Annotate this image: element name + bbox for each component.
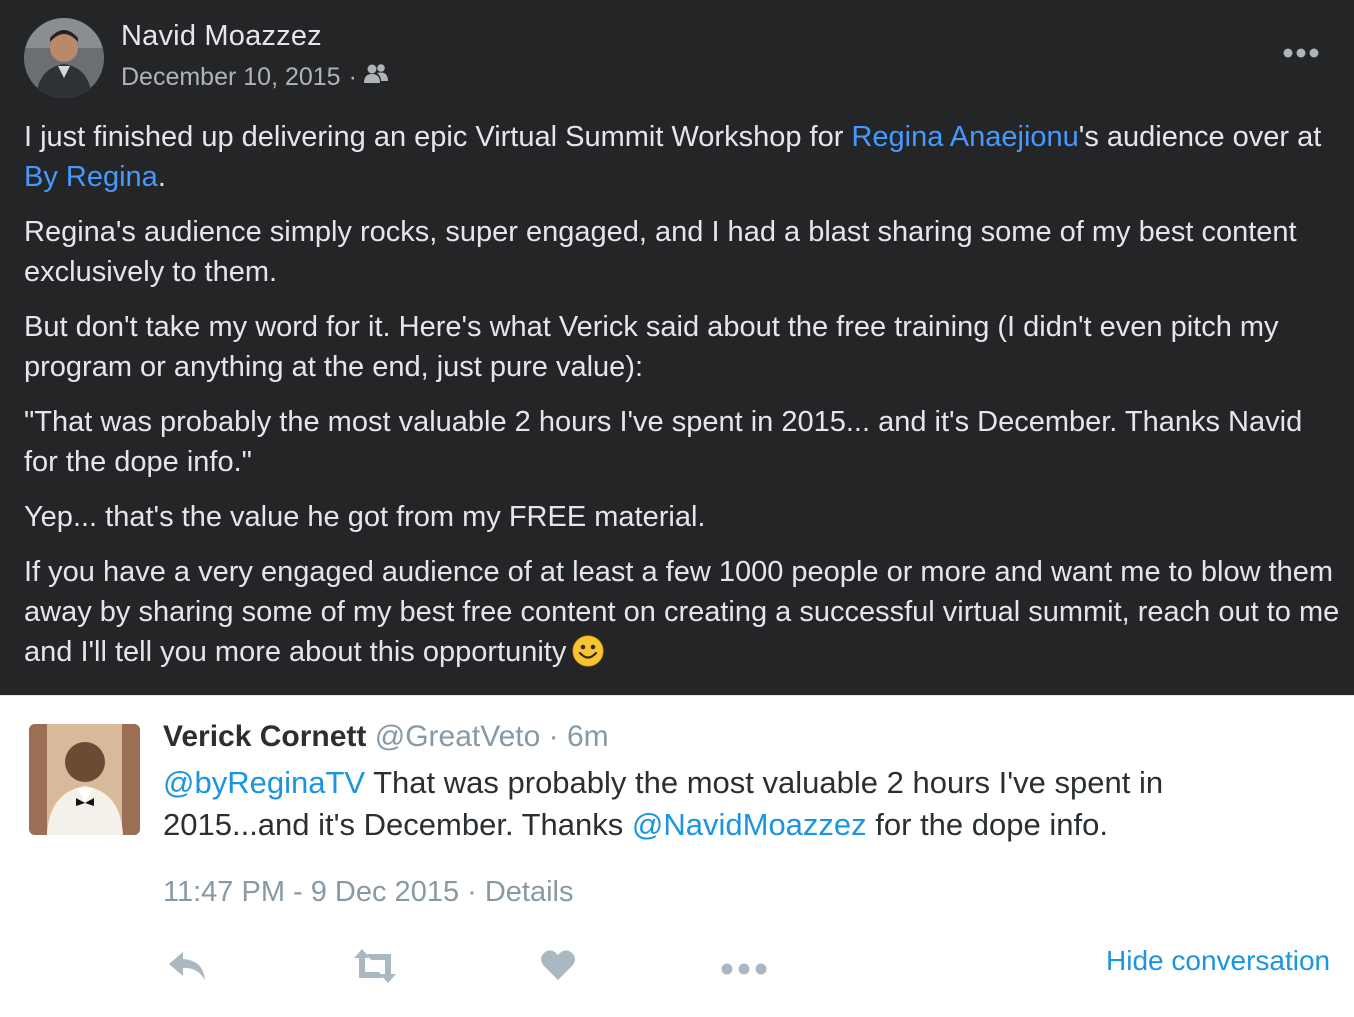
meta-separator: · xyxy=(348,63,357,91)
tweet-timestamp[interactable]: 11:47 PM - 9 Dec 2015 · Details xyxy=(163,876,574,909)
hide-conversation-link[interactable]: Hide conversation xyxy=(1106,945,1330,977)
post-body: I just finished up delivering an epic Vi… xyxy=(24,117,1342,693)
reply-icon[interactable] xyxy=(165,946,209,991)
regina-anaejionu-link[interactable]: Regina Anaejionu xyxy=(851,121,1078,153)
tweet-author-name[interactable]: Verick Cornett xyxy=(163,720,366,753)
more-icon[interactable] xyxy=(720,946,768,991)
tweet-author-handle[interactable]: @GreatVeto xyxy=(375,720,541,753)
tweet-text: @byReginaTV That was probably the most v… xyxy=(163,765,1164,842)
tweet-header: Verick Cornett @GreatVeto · 6m xyxy=(163,720,609,754)
post-paragraph: I just finished up delivering an epic Vi… xyxy=(24,121,1322,193)
retweet-icon[interactable] xyxy=(351,946,399,991)
by-regina-link[interactable]: By Regina xyxy=(24,161,158,193)
post-paragraph: "That was probably the most valuable 2 h… xyxy=(24,406,1303,478)
post-date[interactable]: December 10, 2015 xyxy=(121,63,341,92)
post-meta: December 10, 2015 · xyxy=(121,63,389,92)
friends-icon[interactable] xyxy=(363,63,389,92)
tweet-time-ago[interactable]: 6m xyxy=(567,720,609,753)
more-options-icon[interactable] xyxy=(1282,43,1320,63)
like-icon[interactable] xyxy=(539,946,577,989)
author-avatar[interactable] xyxy=(24,18,104,98)
mention-byreginatv[interactable]: @byReginaTV xyxy=(163,765,365,800)
post-paragraph: But don't take my word for it. Here's wh… xyxy=(24,311,1279,383)
author-name[interactable]: Navid Moazzez xyxy=(121,20,322,53)
facebook-post: Navid Moazzez December 10, 2015 · I just… xyxy=(0,0,1354,695)
tweet-separator: · xyxy=(548,720,559,753)
post-paragraph: If you have a very engaged audience of a… xyxy=(24,552,1342,678)
mention-navidmoazzez[interactable]: @NavidMoazzez xyxy=(632,807,867,842)
tweet-author-avatar[interactable] xyxy=(29,724,140,835)
post-paragraph: Yep... that's the value he got from my F… xyxy=(24,501,706,533)
post-paragraph: Regina's audience simply rocks, super en… xyxy=(24,216,1297,288)
smiley-emoji-icon xyxy=(572,635,604,678)
